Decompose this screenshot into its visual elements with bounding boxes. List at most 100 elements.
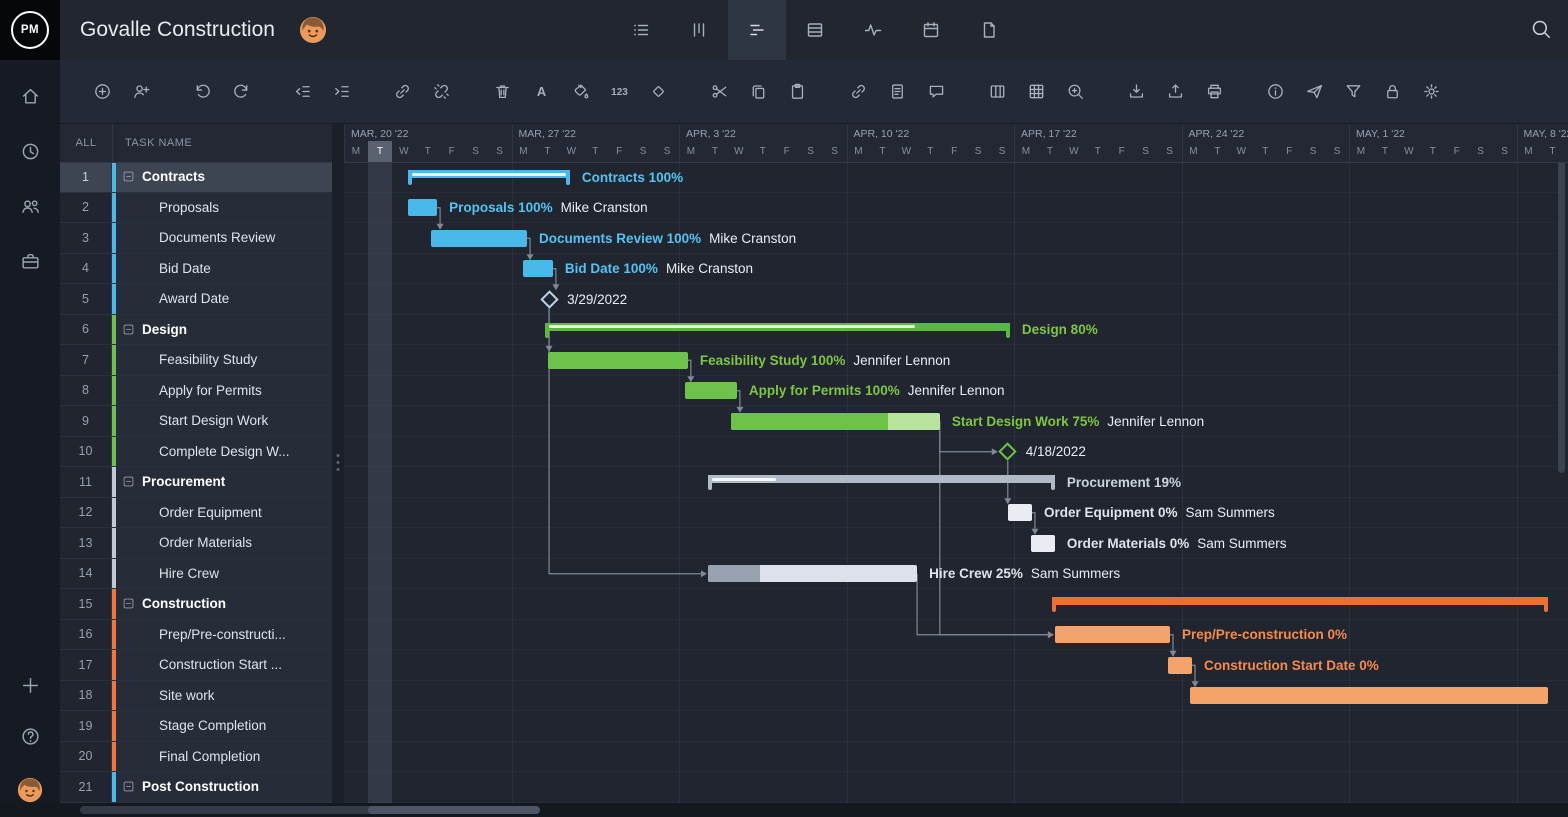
link-button[interactable] bbox=[393, 82, 412, 101]
sidebar-clock-button[interactable] bbox=[20, 141, 41, 162]
view-tab-board-view[interactable] bbox=[670, 0, 728, 60]
sidebar-briefcase-button[interactable] bbox=[20, 251, 41, 272]
view-tab-gantt-view[interactable] bbox=[728, 0, 786, 60]
task-row-18[interactable]: 18Site work bbox=[60, 681, 332, 712]
zoom-in-button[interactable] bbox=[1066, 82, 1085, 101]
task-row-8[interactable]: 8Apply for Permits bbox=[60, 376, 332, 407]
task-row-9[interactable]: 9Start Design Work bbox=[60, 406, 332, 437]
summary-bar-construction[interactable] bbox=[1052, 597, 1548, 605]
grid-button[interactable] bbox=[1027, 82, 1046, 101]
task-bar-proposals[interactable] bbox=[408, 199, 437, 216]
view-tab-file-view[interactable] bbox=[960, 0, 1018, 60]
view-tab-activity-view[interactable] bbox=[844, 0, 902, 60]
milestone-award-date[interactable] bbox=[540, 290, 558, 308]
comment-button[interactable] bbox=[927, 82, 946, 101]
summary-bar-design[interactable] bbox=[545, 323, 1010, 331]
sidebar-help-button[interactable] bbox=[20, 726, 41, 747]
search-button[interactable] bbox=[1530, 18, 1552, 40]
task-row-number: 14 bbox=[60, 559, 112, 590]
task-bar-site-work[interactable] bbox=[1190, 687, 1548, 704]
task-bar-prep-pre-construction[interactable] bbox=[1055, 626, 1170, 643]
milestone-button[interactable] bbox=[649, 82, 668, 101]
task-name-cell: Post Construction bbox=[112, 772, 332, 803]
unlink-button[interactable] bbox=[432, 82, 451, 101]
redo-button[interactable] bbox=[232, 82, 251, 101]
task-row-13[interactable]: 13Order Materials bbox=[60, 528, 332, 559]
column-header-all[interactable]: ALL bbox=[60, 124, 113, 162]
undo-button[interactable] bbox=[193, 82, 212, 101]
sidebar-team-button[interactable] bbox=[20, 196, 41, 217]
collapse-icon[interactable] bbox=[122, 780, 135, 793]
lock-button[interactable] bbox=[1383, 82, 1402, 101]
add-task-button[interactable] bbox=[93, 82, 112, 101]
export-button[interactable] bbox=[1166, 82, 1185, 101]
print-button[interactable] bbox=[1205, 82, 1224, 101]
task-row-4[interactable]: 4Bid Date bbox=[60, 254, 332, 285]
info-button[interactable] bbox=[1266, 82, 1285, 101]
trash-button[interactable] bbox=[493, 82, 512, 101]
task-row-17[interactable]: 17Construction Start ... bbox=[60, 650, 332, 681]
task-row-3[interactable]: 3Documents Review bbox=[60, 223, 332, 254]
copy-button[interactable] bbox=[749, 82, 768, 101]
day-letter: T bbox=[1421, 141, 1445, 162]
task-bar-feasibility-study[interactable] bbox=[548, 352, 688, 369]
chart-scrollbar-thumb[interactable] bbox=[368, 806, 540, 814]
app-logo[interactable]: PM bbox=[0, 0, 60, 60]
panel-resize-handle[interactable] bbox=[332, 124, 344, 803]
task-color-strip bbox=[112, 162, 116, 192]
task-bar-documents-review[interactable] bbox=[431, 230, 527, 247]
view-tab-list-view[interactable] bbox=[612, 0, 670, 60]
vertical-scrollbar-thumb[interactable] bbox=[1558, 138, 1565, 473]
cut-button[interactable] bbox=[710, 82, 729, 101]
task-row-15[interactable]: 15Construction bbox=[60, 589, 332, 620]
task-bar-construction-start-date[interactable] bbox=[1168, 657, 1192, 674]
sidebar-home-button[interactable] bbox=[20, 86, 41, 107]
numbers-button[interactable]: 123 bbox=[610, 82, 629, 101]
view-tab-calendar-view[interactable] bbox=[902, 0, 960, 60]
summary-bar-contracts[interactable] bbox=[408, 170, 570, 178]
view-tab-sheet-view[interactable] bbox=[786, 0, 844, 60]
outdent-button[interactable] bbox=[293, 82, 312, 101]
task-row-7[interactable]: 7Feasibility Study bbox=[60, 345, 332, 376]
task-bar-order-materials[interactable] bbox=[1031, 535, 1055, 552]
sidebar-plus-button[interactable] bbox=[20, 675, 41, 696]
collapse-icon[interactable] bbox=[122, 323, 135, 336]
task-bar-order-equipment[interactable] bbox=[1008, 504, 1032, 521]
task-bar-start-design-work[interactable] bbox=[731, 413, 940, 430]
outdent-icon bbox=[293, 82, 312, 101]
task-bar-apply-for-permits[interactable] bbox=[685, 382, 737, 399]
task-row-12[interactable]: 12Order Equipment bbox=[60, 498, 332, 529]
task-row-14[interactable]: 14Hire Crew bbox=[60, 559, 332, 590]
assign-user-button[interactable] bbox=[132, 82, 151, 101]
task-row-5[interactable]: 5Award Date bbox=[60, 284, 332, 315]
task-row-19[interactable]: 19Stage Completion bbox=[60, 711, 332, 742]
column-header-task-name[interactable]: TASK NAME bbox=[113, 124, 332, 162]
task-row-1[interactable]: 1Contracts bbox=[60, 162, 332, 193]
collapse-icon[interactable] bbox=[122, 597, 135, 610]
filter-button[interactable] bbox=[1344, 82, 1363, 101]
text-color-button[interactable]: A bbox=[532, 82, 551, 101]
project-owner-avatar[interactable] bbox=[299, 16, 327, 44]
attach-button[interactable] bbox=[849, 82, 868, 101]
sidebar-avatar-button[interactable] bbox=[17, 777, 43, 803]
collapse-icon[interactable] bbox=[122, 475, 135, 488]
settings-button[interactable] bbox=[1422, 82, 1441, 101]
task-row-21[interactable]: 21Post Construction bbox=[60, 772, 332, 803]
task-row-10[interactable]: 10Complete Design W... bbox=[60, 437, 332, 468]
collapse-icon[interactable] bbox=[122, 170, 135, 183]
indent-button[interactable] bbox=[332, 82, 351, 101]
task-row-20[interactable]: 20Final Completion bbox=[60, 742, 332, 773]
notes-button[interactable] bbox=[888, 82, 907, 101]
task-row-2[interactable]: 2Proposals bbox=[60, 193, 332, 224]
summary-bar-procurement[interactable] bbox=[708, 475, 1055, 483]
task-row-16[interactable]: 16Prep/Pre-constructi... bbox=[60, 620, 332, 651]
task-row-11[interactable]: 11Procurement bbox=[60, 467, 332, 498]
import-button[interactable] bbox=[1127, 82, 1146, 101]
paste-button[interactable] bbox=[788, 82, 807, 101]
task-bar-hire-crew[interactable] bbox=[708, 565, 917, 582]
task-bar-bid-date[interactable] bbox=[523, 260, 553, 277]
columns-button[interactable] bbox=[988, 82, 1007, 101]
fill-color-button[interactable] bbox=[571, 82, 590, 101]
task-row-6[interactable]: 6Design bbox=[60, 315, 332, 346]
share-button[interactable] bbox=[1305, 82, 1324, 101]
